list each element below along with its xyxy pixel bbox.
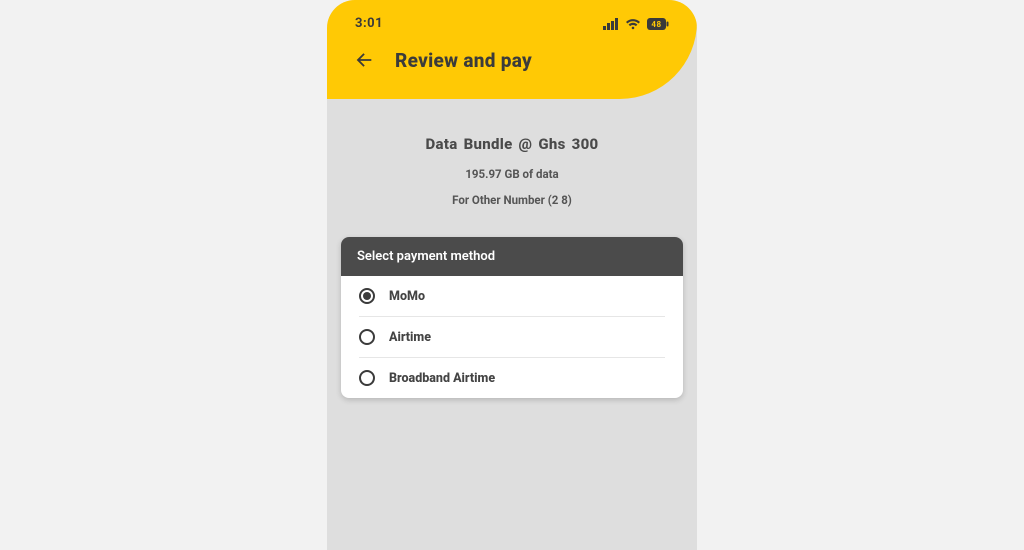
purchase-summary: Data Bundle @ Ghs 300 195.97 GB of data … bbox=[327, 99, 697, 237]
payment-option-broadband-airtime[interactable]: Broadband Airtime bbox=[359, 357, 665, 398]
signal-icon bbox=[603, 18, 619, 30]
radio-icon bbox=[359, 329, 375, 345]
radio-icon bbox=[359, 370, 375, 386]
wifi-icon bbox=[625, 18, 641, 30]
svg-text:48: 48 bbox=[651, 20, 661, 29]
payment-method-card: Select payment method MoMo Airtime Broad… bbox=[341, 237, 683, 398]
payment-option-momo[interactable]: MoMo bbox=[341, 276, 683, 316]
page-title: Review and pay bbox=[395, 49, 532, 72]
status-time: 3:01 bbox=[355, 16, 383, 31]
payment-option-label: Airtime bbox=[389, 330, 431, 345]
arrow-left-icon bbox=[353, 49, 375, 71]
payment-option-label: MoMo bbox=[389, 289, 425, 304]
back-button[interactable] bbox=[351, 47, 377, 73]
app-header: 3:01 bbox=[327, 0, 697, 99]
battery-icon: 48 bbox=[647, 18, 669, 30]
bundle-recipient: For Other Number (2 8) bbox=[347, 193, 677, 207]
payment-option-airtime[interactable]: Airtime bbox=[359, 316, 665, 357]
payment-method-header: Select payment method bbox=[341, 237, 683, 276]
radio-icon bbox=[359, 288, 375, 304]
payment-option-label: Broadband Airtime bbox=[389, 371, 495, 386]
status-bar: 3:01 bbox=[349, 14, 675, 45]
status-icons: 48 bbox=[603, 18, 669, 30]
bundle-title: Data Bundle @ Ghs 300 bbox=[347, 135, 677, 153]
bundle-detail: 195.97 GB of data bbox=[347, 167, 677, 181]
phone-frame: 3:01 bbox=[327, 0, 697, 550]
